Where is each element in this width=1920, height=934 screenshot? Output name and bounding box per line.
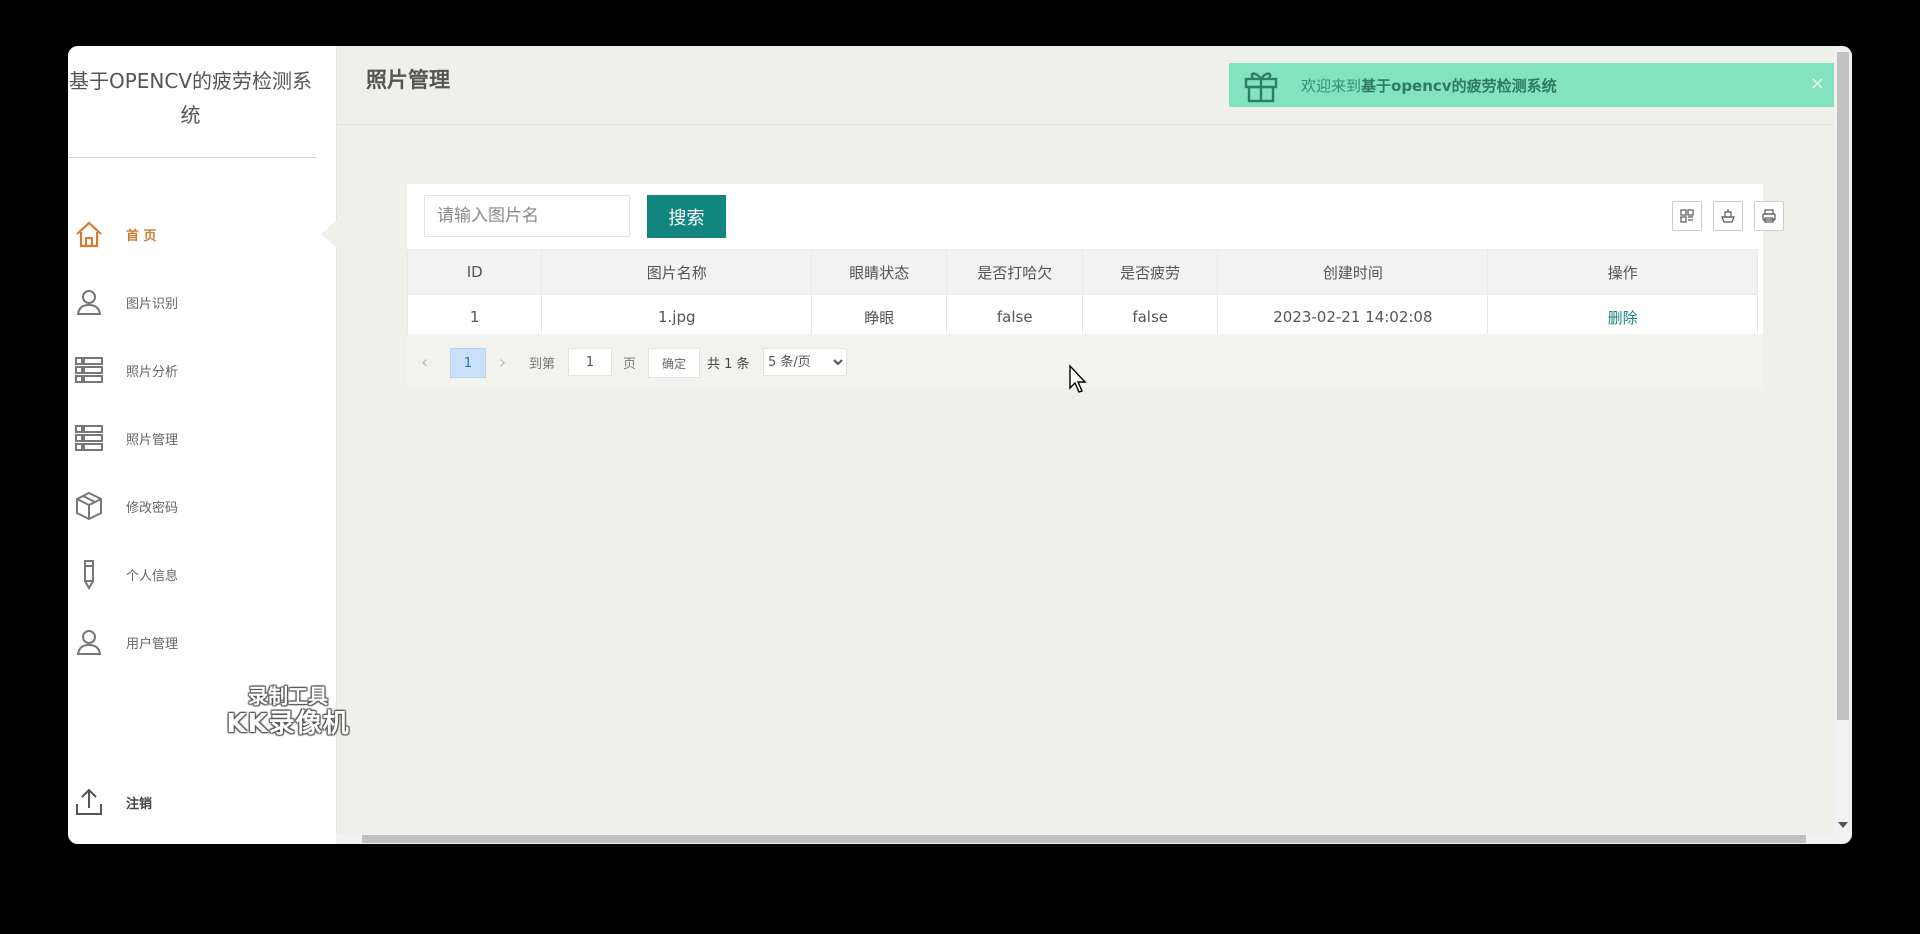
sidebar-item-profile[interactable]: 个人信息 — [68, 540, 336, 608]
sidebar-item-photo-analysis[interactable]: 照片分析 — [68, 336, 336, 404]
search-button[interactable]: 搜索 — [647, 195, 726, 238]
brand-title: 基于OPENCV的疲劳检测系统 — [68, 69, 313, 127]
export-button[interactable] — [1713, 201, 1743, 231]
list-icon — [72, 353, 106, 387]
print-icon — [1762, 209, 1776, 223]
sidebar-item-label: 修改密码 — [126, 500, 179, 516]
close-icon[interactable]: × — [1810, 73, 1825, 94]
goto-label: 到第 — [529, 356, 556, 372]
sidebar-item-user-management[interactable]: 用户管理 — [68, 608, 336, 676]
header-divider — [336, 124, 1834, 125]
horizontal-scroll-thumb[interactable] — [362, 835, 1806, 843]
sidebar-item-label: 照片分析 — [126, 364, 179, 380]
print-button[interactable] — [1754, 201, 1784, 231]
vertical-scrollbar[interactable] — [1834, 46, 1852, 844]
page-unit-label: 页 — [623, 356, 637, 372]
columns-icon — [1680, 209, 1694, 223]
sidebar-nav: 首 页 图片识别 照片分析 照片管理 修改密码 个人信息 用户管理 — [68, 200, 337, 676]
brand-divider — [68, 157, 316, 158]
cube-icon — [72, 489, 106, 523]
total-count: 共 1 条 — [707, 356, 750, 372]
scroll-down-icon[interactable] — [1838, 822, 1848, 828]
column-header: 是否打哈欠 — [946, 249, 1083, 295]
vertical-scroll-thumb[interactable] — [1837, 52, 1849, 720]
main-content: 照片管理 欢迎来到基于opencv的疲劳检测系统 × 搜索 — [336, 46, 1837, 844]
table-row: 1 1.jpg 睁眼 false false 2023-02-21 14:02:… — [406, 294, 1758, 340]
table-header-row: ID 图片名称 眼睛状态 是否打哈欠 是否疲劳 创建时间 操作 — [406, 249, 1758, 295]
gift-icon — [1244, 72, 1278, 103]
user-icon — [72, 285, 106, 319]
goto-page-input[interactable] — [568, 348, 612, 376]
cell-id: 1 — [406, 294, 543, 340]
sidebar-item-label: 图片识别 — [126, 296, 179, 312]
next-page-icon[interactable]: › — [499, 348, 506, 376]
delete-link[interactable]: 删除 — [1608, 309, 1638, 327]
cell-fatigue: false — [1081, 294, 1219, 340]
photo-table-panel: 搜索 ID 图片名称 眼睛状态 是否打哈欠 是否疲劳 创建时 — [406, 184, 1784, 388]
sidebar-item-label: 个人信息 — [126, 568, 179, 584]
search-input[interactable] — [424, 195, 630, 237]
page-number-current[interactable]: 1 — [450, 348, 486, 378]
home-icon — [72, 217, 106, 251]
pencil-icon — [72, 557, 106, 591]
sidebar-item-change-password[interactable]: 修改密码 — [68, 472, 336, 540]
columns-button[interactable] — [1672, 201, 1702, 231]
sidebar-item-label: 照片管理 — [126, 432, 179, 448]
cell-action: 删除 — [1487, 294, 1758, 340]
user-icon — [72, 625, 106, 659]
recorder-watermark: 录制工具 KK录像机 — [226, 684, 350, 739]
column-header: 创建时间 — [1217, 249, 1489, 295]
logout-button[interactable]: 注销 — [68, 780, 336, 824]
sidebar-item-photo-management[interactable]: 照片管理 — [68, 404, 336, 472]
app-window: 基于OPENCV的疲劳检测系统 首 页 图片识别 照片分析 照片管理 修改密码 … — [68, 46, 1852, 844]
column-header: 是否疲劳 — [1081, 249, 1219, 295]
goto-confirm-button[interactable]: 确定 — [648, 348, 700, 378]
logout-label: 注销 — [126, 796, 153, 812]
upload-icon — [72, 785, 106, 819]
page-title: 照片管理 — [366, 68, 450, 92]
sidebar-item-label: 首 页 — [126, 228, 157, 244]
cell-name: 1.jpg — [541, 294, 813, 340]
list-icon — [72, 421, 106, 455]
mouse-cursor-icon — [1069, 364, 1087, 393]
cell-created: 2023-02-21 14:02:08 — [1217, 294, 1489, 340]
welcome-message: 欢迎来到基于opencv的疲劳检测系统 — [1301, 76, 1557, 95]
cell-yawn: false — [946, 294, 1083, 340]
cell-eye-state: 睁眼 — [811, 294, 948, 340]
export-icon — [1721, 209, 1735, 223]
sidebar-item-label: 用户管理 — [126, 636, 179, 652]
sidebar-item-image-recognition[interactable]: 图片识别 — [68, 268, 336, 336]
active-caret — [321, 220, 337, 248]
column-header: 操作 — [1487, 249, 1758, 295]
sidebar-item-home[interactable]: 首 页 — [68, 200, 337, 268]
column-header: ID — [406, 249, 543, 295]
column-header: 眼睛状态 — [811, 249, 948, 295]
horizontal-scrollbar[interactable] — [336, 834, 1834, 844]
column-header: 图片名称 — [541, 249, 813, 295]
prev-page-icon[interactable]: ‹ — [421, 348, 428, 376]
page-size-select[interactable]: 5 条/页 — [763, 348, 847, 376]
welcome-banner: 欢迎来到基于opencv的疲劳检测系统 × — [1229, 63, 1837, 107]
photo-table: ID 图片名称 眼睛状态 是否打哈欠 是否疲劳 创建时间 操作 1 1.jpg … — [406, 249, 1758, 340]
